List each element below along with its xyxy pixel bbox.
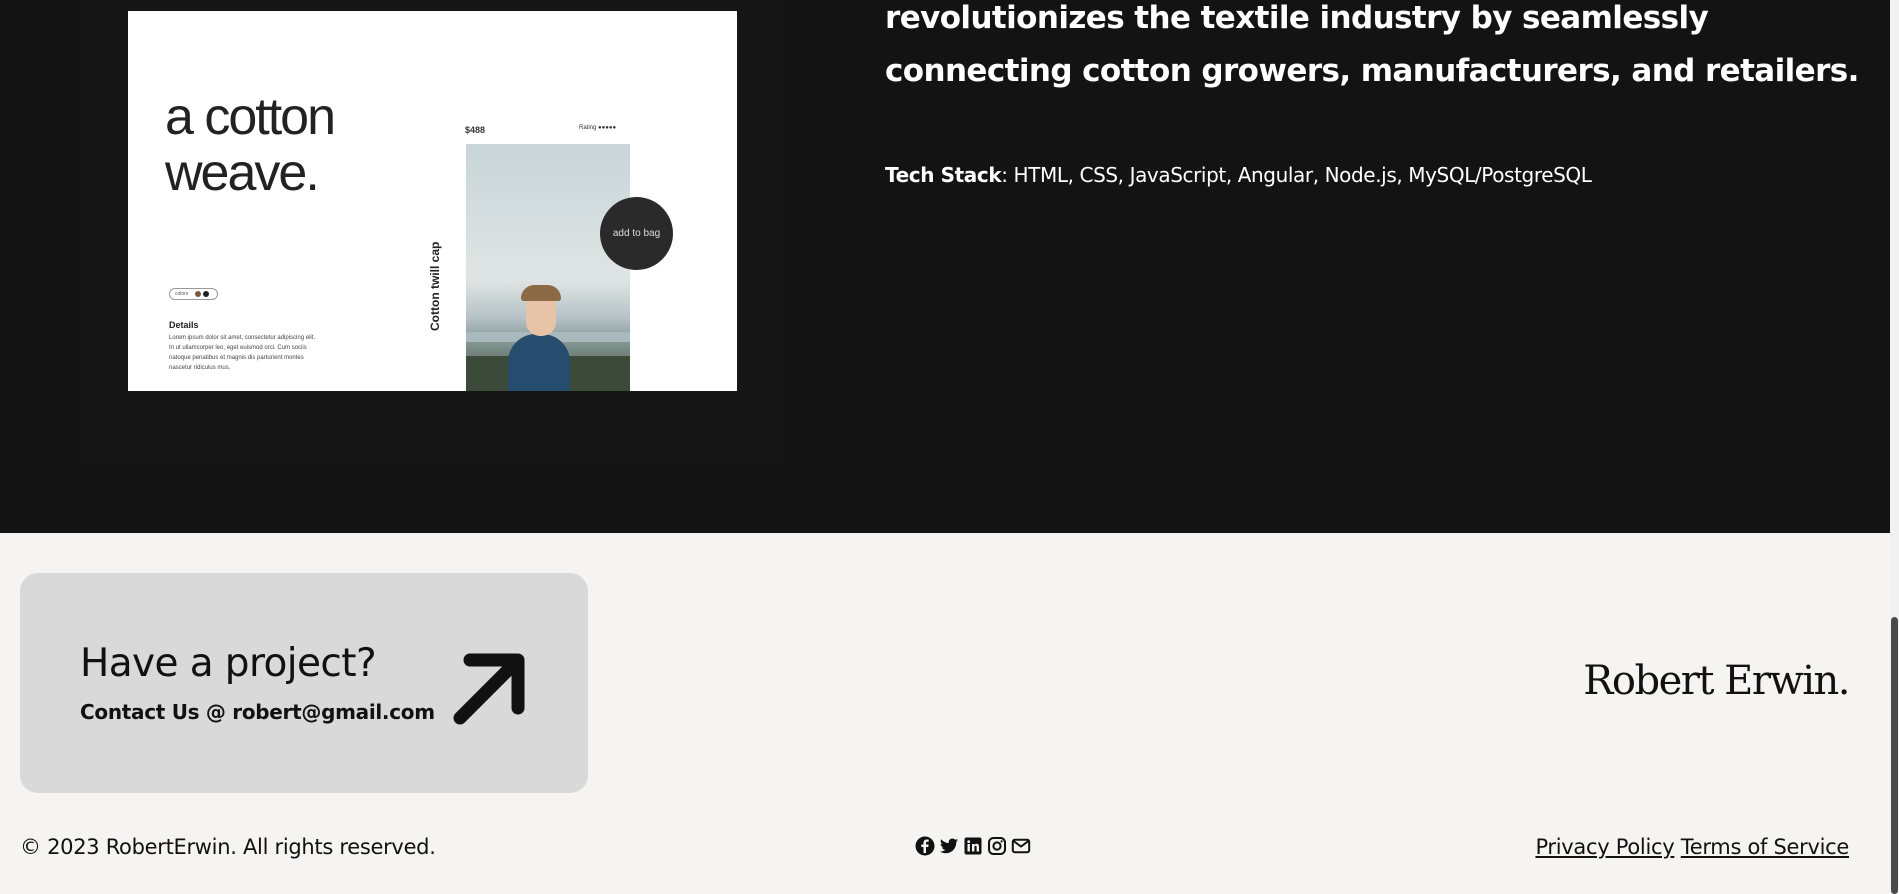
- mockup-details-title: Details: [169, 320, 199, 330]
- mockup-add-to-bag-button: add to bag: [600, 197, 673, 270]
- mockup-details-text: Lorem ipsum dolor sit amet, consectetur …: [169, 335, 316, 371]
- terms-of-service-link[interactable]: Terms of Service: [1681, 835, 1850, 859]
- project-description-line-1: revolutionizes the textile industry by s…: [885, 0, 1709, 36]
- mockup-product-photo: [466, 144, 630, 391]
- mockup-price: $488: [465, 125, 486, 135]
- swatch-black: [203, 291, 209, 297]
- brand-logo[interactable]: Robert Erwin.: [1583, 658, 1850, 704]
- footer-links: Privacy Policy Terms of Service: [1535, 835, 1849, 859]
- tech-stack-value: : HTML, CSS, JavaScript, Angular, Node.j…: [1001, 163, 1592, 187]
- photo-person-body: [508, 334, 570, 391]
- social-links: [915, 836, 1031, 856]
- scrollbar-track[interactable]: [1890, 0, 1899, 894]
- arrow-up-right-icon[interactable]: [446, 648, 530, 732]
- tech-stack-label: Tech Stack: [885, 163, 1002, 187]
- project-section: a cotton weave. $488 Rating ●●●●● add to…: [0, 0, 1890, 533]
- copyright: © 2023 RobertErwin. All rights reserved.: [20, 835, 436, 859]
- instagram-icon[interactable]: [987, 836, 1007, 856]
- project-description-line-2: connecting cotton growers, manufacturers…: [885, 53, 1859, 89]
- tech-stack: Tech Stack: HTML, CSS, JavaScript, Angul…: [885, 163, 1592, 187]
- swatch-brown: [195, 291, 201, 297]
- contact-title: Have a project?: [80, 641, 377, 686]
- linkedin-icon[interactable]: [963, 836, 983, 856]
- mockup-colors-swatch: colors: [169, 288, 218, 300]
- mockup-product-name: Cotton twill cap: [428, 241, 442, 331]
- photo-person-hat: [521, 285, 561, 301]
- facebook-icon[interactable]: [915, 836, 935, 856]
- mockup-rating: Rating ●●●●●: [579, 125, 617, 131]
- contact-card[interactable]: Have a project? Contact Us @ robert@gmai…: [20, 573, 588, 793]
- mockup-colors-label: colors: [175, 291, 189, 297]
- mockup-headline: a cotton weave.: [165, 88, 336, 202]
- mail-icon[interactable]: [1011, 836, 1031, 856]
- project-screenshot: a cotton weave. $488 Rating ●●●●● add to…: [128, 11, 737, 391]
- scrollbar-thumb[interactable]: [1891, 617, 1898, 894]
- contact-email[interactable]: Contact Us @ robert@gmail.com: [80, 700, 435, 724]
- twitter-icon[interactable]: [939, 836, 959, 856]
- privacy-policy-link[interactable]: Privacy Policy: [1535, 835, 1674, 859]
